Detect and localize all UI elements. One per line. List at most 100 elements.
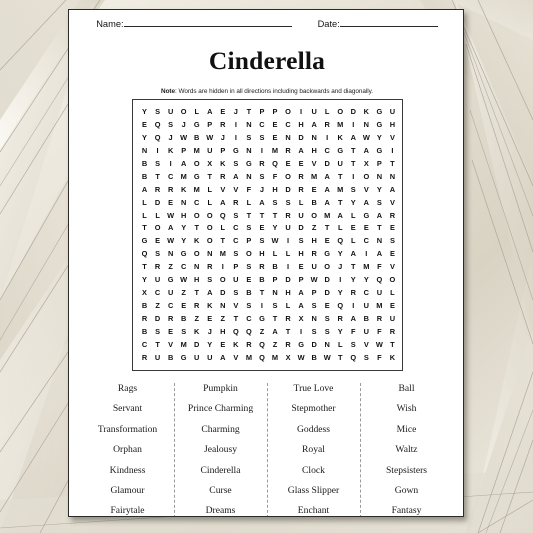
grid-cell[interactable]: W bbox=[164, 210, 177, 223]
grid-cell[interactable]: R bbox=[242, 339, 255, 352]
grid-cell[interactable]: A bbox=[321, 184, 334, 197]
grid-cell[interactable]: C bbox=[360, 235, 373, 248]
word-list-item[interactable]: Ball bbox=[360, 379, 453, 399]
grid-cell[interactable]: G bbox=[321, 248, 334, 261]
grid-cell[interactable]: U bbox=[151, 274, 164, 287]
grid-cell[interactable]: G bbox=[177, 352, 190, 365]
grid-cell[interactable]: E bbox=[268, 119, 281, 132]
grid-cell[interactable]: J bbox=[216, 132, 229, 145]
grid-cell[interactable]: A bbox=[295, 287, 308, 300]
grid-cell[interactable]: K bbox=[190, 326, 203, 339]
grid-cell[interactable]: E bbox=[177, 300, 190, 313]
grid-cell[interactable]: C bbox=[151, 287, 164, 300]
grid-cell[interactable]: A bbox=[347, 248, 360, 261]
grid-cell[interactable]: R bbox=[295, 171, 308, 184]
grid-cell[interactable]: T bbox=[138, 222, 151, 235]
grid-cell[interactable]: S bbox=[268, 300, 281, 313]
grid-cell[interactable]: S bbox=[229, 287, 242, 300]
word-list-item[interactable]: Orphan bbox=[81, 440, 174, 460]
grid-cell[interactable]: C bbox=[164, 171, 177, 184]
grid-cell[interactable]: U bbox=[282, 222, 295, 235]
grid-cell[interactable]: T bbox=[138, 261, 151, 274]
grid-cell[interactable]: T bbox=[190, 222, 203, 235]
grid-cell[interactable]: A bbox=[138, 184, 151, 197]
grid-cell[interactable]: I bbox=[347, 119, 360, 132]
grid-cell[interactable]: U bbox=[229, 274, 242, 287]
grid-cell[interactable]: O bbox=[190, 248, 203, 261]
grid-cell[interactable]: E bbox=[268, 132, 281, 145]
grid-cell[interactable]: U bbox=[164, 287, 177, 300]
date-write-line[interactable] bbox=[339, 18, 438, 27]
grid-cell[interactable]: V bbox=[360, 339, 373, 352]
grid-cell[interactable]: X bbox=[203, 158, 216, 171]
grid-cell[interactable]: T bbox=[347, 158, 360, 171]
grid-cell[interactable]: H bbox=[308, 235, 321, 248]
grid-cell[interactable]: U bbox=[373, 287, 386, 300]
grid-cell[interactable]: A bbox=[373, 210, 386, 223]
grid-cell[interactable]: M bbox=[360, 261, 373, 274]
grid-cell[interactable]: K bbox=[190, 235, 203, 248]
grid-cell[interactable]: E bbox=[282, 158, 295, 171]
word-list-item[interactable]: Curse bbox=[174, 481, 267, 501]
grid-cell[interactable]: N bbox=[203, 248, 216, 261]
grid-cell[interactable]: R bbox=[138, 352, 151, 365]
grid-cell[interactable]: R bbox=[282, 145, 295, 158]
grid-cell[interactable]: P bbox=[295, 274, 308, 287]
grid-cell[interactable]: T bbox=[347, 145, 360, 158]
word-list-item[interactable]: Clock bbox=[267, 461, 360, 481]
grid-cell[interactable]: Q bbox=[268, 158, 281, 171]
grid-cell[interactable]: I bbox=[334, 274, 347, 287]
grid-cell[interactable]: V bbox=[386, 132, 399, 145]
grid-cell[interactable]: Q bbox=[151, 132, 164, 145]
grid-cell[interactable]: J bbox=[229, 106, 242, 119]
grid-cell[interactable]: T bbox=[334, 352, 347, 365]
grid-cell[interactable]: A bbox=[308, 119, 321, 132]
grid-cell[interactable]: G bbox=[360, 210, 373, 223]
grid-cell[interactable]: K bbox=[386, 352, 399, 365]
grid-cell[interactable]: Z bbox=[151, 300, 164, 313]
grid-cell[interactable]: D bbox=[295, 132, 308, 145]
grid-cell[interactable]: U bbox=[164, 106, 177, 119]
grid-cell[interactable]: C bbox=[138, 339, 151, 352]
grid-cell[interactable]: D bbox=[321, 287, 334, 300]
grid-cell[interactable]: S bbox=[151, 158, 164, 171]
grid-cell[interactable]: U bbox=[203, 352, 216, 365]
grid-cell[interactable]: Z bbox=[177, 287, 190, 300]
grid-cell[interactable]: E bbox=[386, 222, 399, 235]
grid-cell[interactable]: R bbox=[347, 287, 360, 300]
grid-cell[interactable]: P bbox=[177, 145, 190, 158]
grid-cell[interactable]: O bbox=[203, 210, 216, 223]
grid-cell[interactable]: F bbox=[268, 171, 281, 184]
grid-cell[interactable]: E bbox=[321, 235, 334, 248]
grid-cell[interactable]: N bbox=[216, 300, 229, 313]
grid-cell[interactable]: Q bbox=[334, 235, 347, 248]
grid-cell[interactable]: L bbox=[138, 210, 151, 223]
grid-cell[interactable]: R bbox=[229, 197, 242, 210]
grid-cell[interactable]: I bbox=[386, 145, 399, 158]
grid-cell[interactable]: Y bbox=[334, 326, 347, 339]
grid-cell[interactable]: S bbox=[295, 235, 308, 248]
grid-cell[interactable]: P bbox=[242, 235, 255, 248]
grid-cell[interactable]: B bbox=[268, 261, 281, 274]
grid-cell[interactable]: S bbox=[347, 184, 360, 197]
grid-cell[interactable]: A bbox=[321, 197, 334, 210]
grid-cell[interactable]: N bbox=[321, 339, 334, 352]
grid-cell[interactable]: E bbox=[386, 248, 399, 261]
word-list-item[interactable]: True Love bbox=[267, 379, 360, 399]
grid-cell[interactable]: O bbox=[282, 106, 295, 119]
grid-cell[interactable]: G bbox=[242, 158, 255, 171]
word-list-item[interactable]: Royal bbox=[267, 440, 360, 460]
grid-cell[interactable]: N bbox=[373, 235, 386, 248]
grid-cell[interactable]: K bbox=[216, 158, 229, 171]
grid-cell[interactable]: G bbox=[138, 235, 151, 248]
grid-cell[interactable]: A bbox=[216, 352, 229, 365]
grid-cell[interactable]: A bbox=[229, 171, 242, 184]
grid-cell[interactable]: D bbox=[216, 287, 229, 300]
grid-cell[interactable]: X bbox=[360, 158, 373, 171]
grid-cell[interactable]: E bbox=[255, 222, 268, 235]
grid-cell[interactable]: O bbox=[177, 106, 190, 119]
grid-cell[interactable]: C bbox=[255, 119, 268, 132]
grid-cell[interactable]: N bbox=[242, 171, 255, 184]
grid-cell[interactable]: W bbox=[360, 132, 373, 145]
grid-cell[interactable]: S bbox=[151, 248, 164, 261]
